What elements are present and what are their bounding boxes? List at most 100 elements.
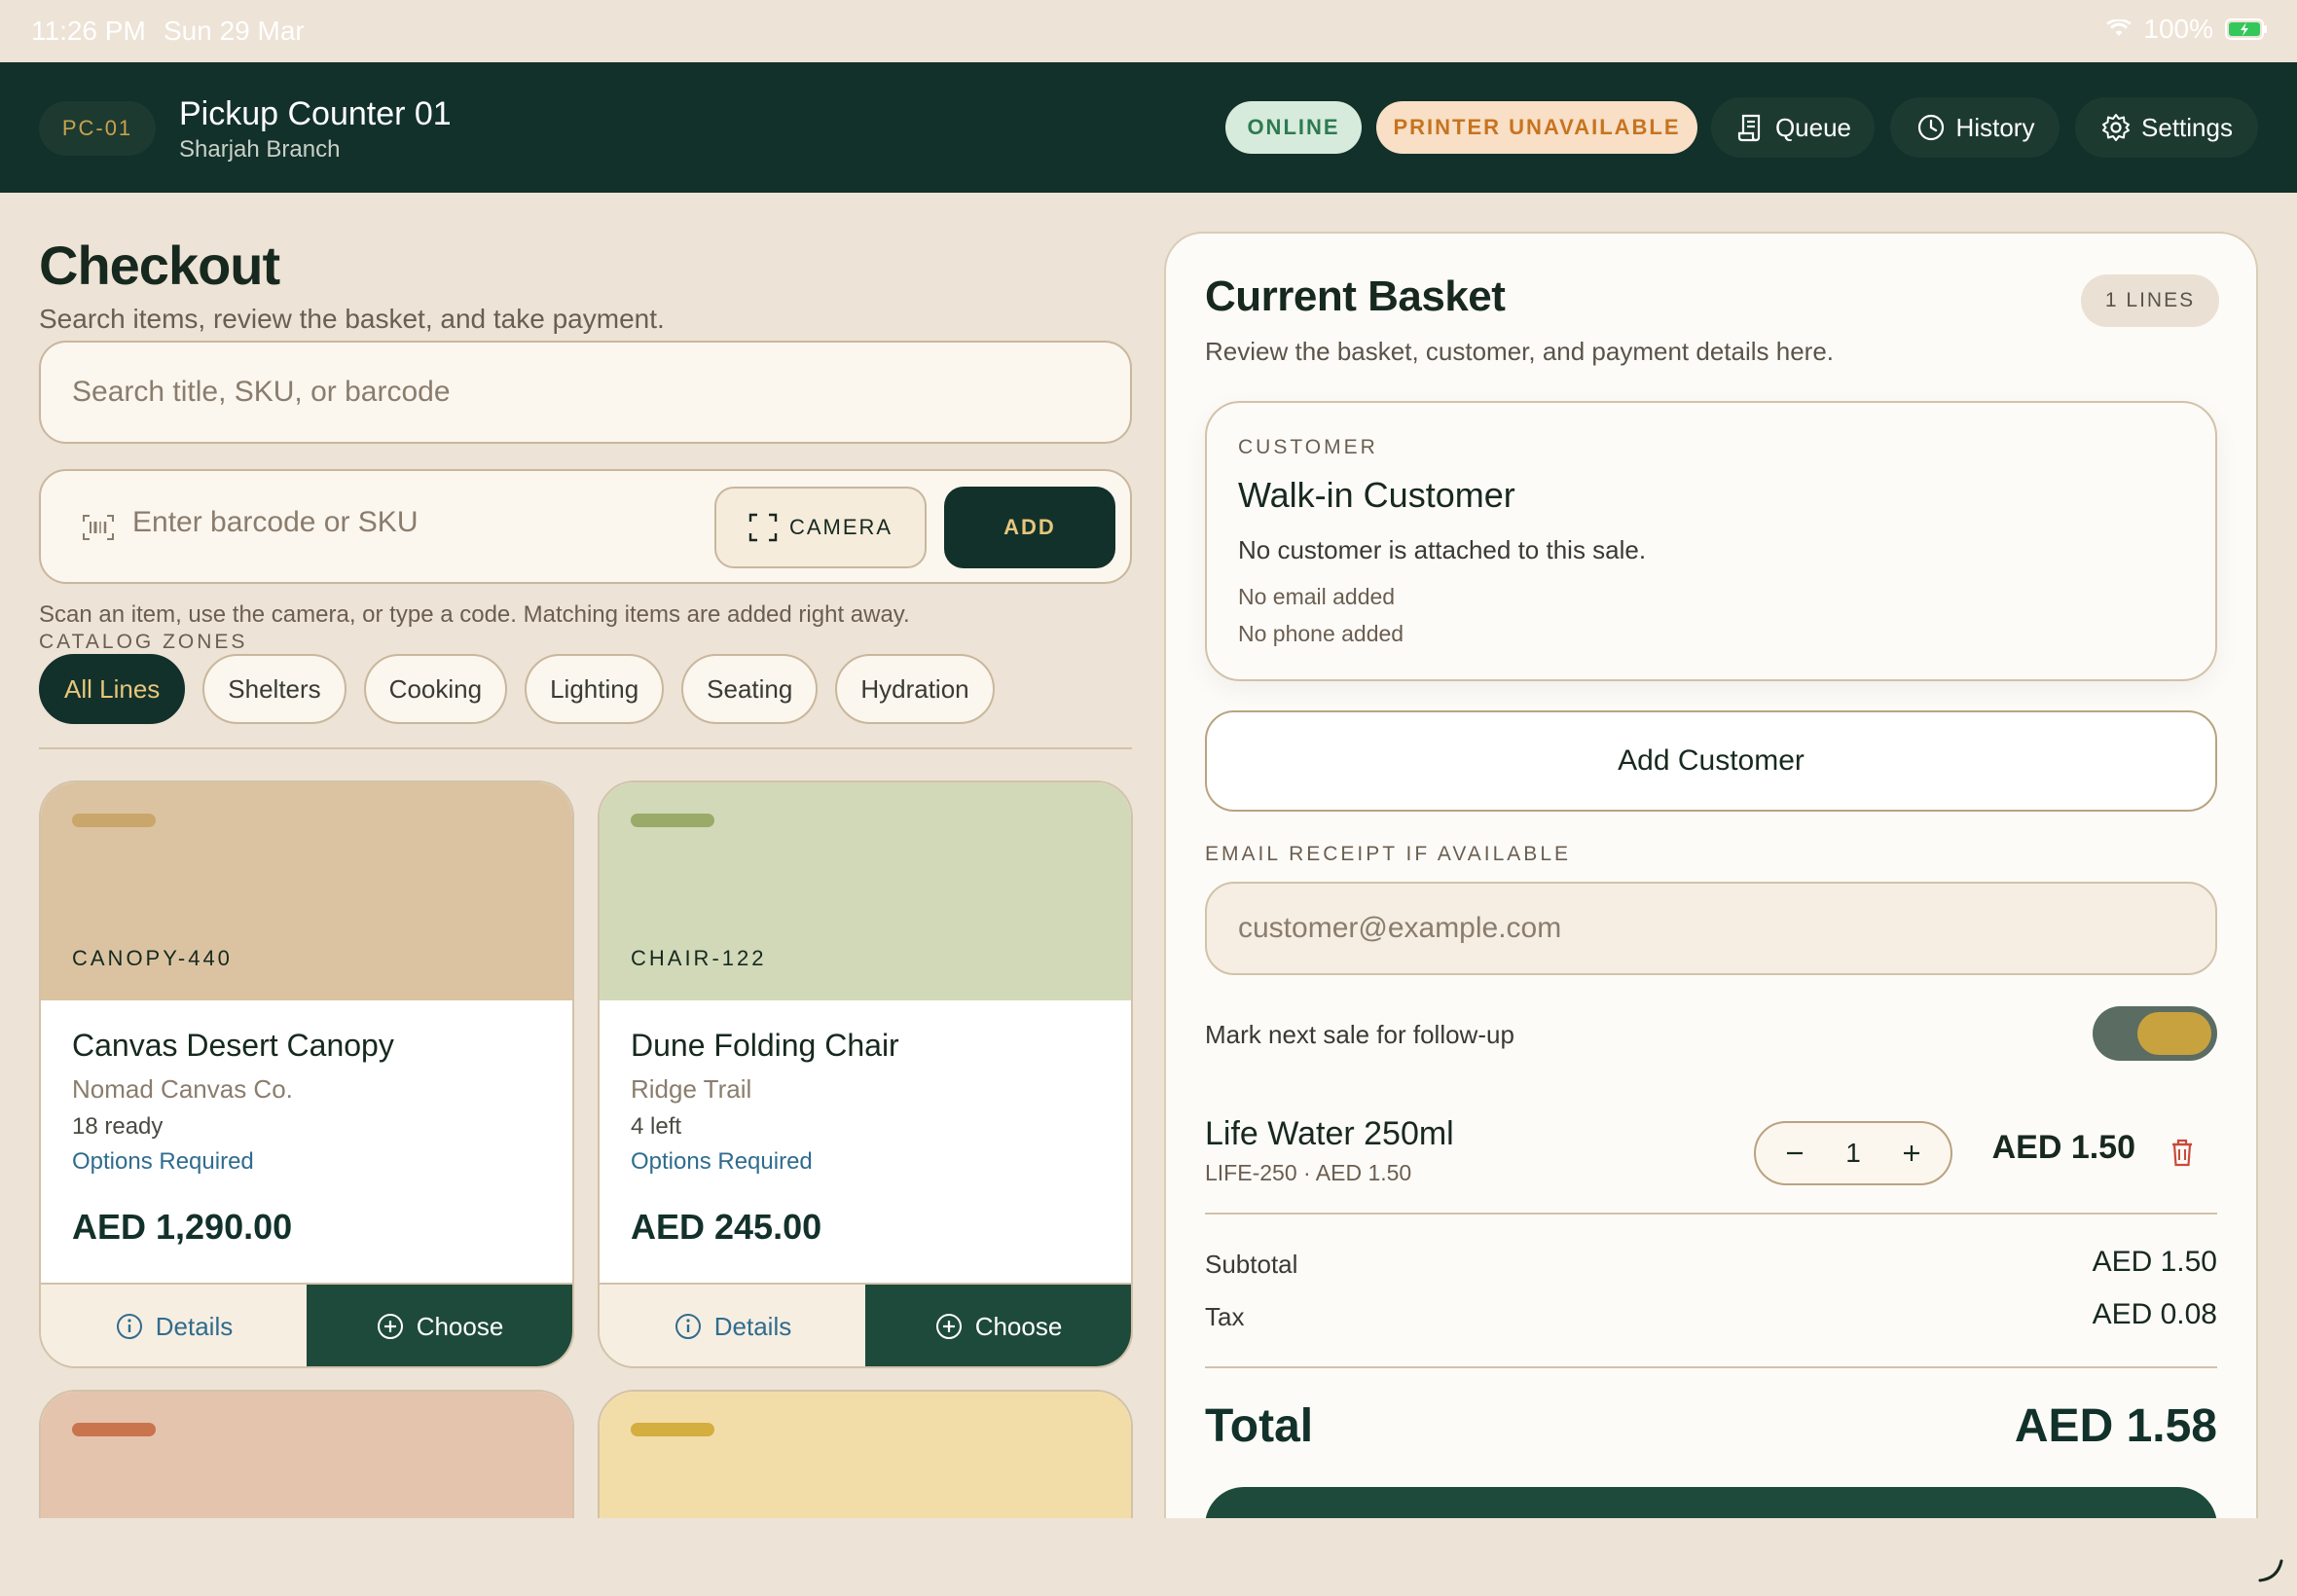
history-label: History <box>1955 112 2035 142</box>
station-code-badge: PC-01 <box>39 101 156 156</box>
trash-icon[interactable] <box>2169 1137 2196 1168</box>
details-label: Details <box>155 1311 234 1341</box>
barcode-icon <box>82 514 115 541</box>
subtotal-value: AED 1.50 <box>2092 1246 2217 1278</box>
queue-button[interactable]: Queue <box>1711 97 1875 158</box>
product-price: AED 245.00 <box>631 1207 822 1247</box>
customer-card: CUSTOMER Walk-in Customer No customer is… <box>1205 401 2217 681</box>
product-accent-bar <box>631 1423 714 1436</box>
battery-percent: 100% <box>2143 14 2213 44</box>
search-input[interactable] <box>72 376 1130 409</box>
toggle-knob <box>2137 1012 2211 1055</box>
basket-line-name: Life Water 250ml <box>1205 1115 1454 1152</box>
camera-label: CAMERA <box>788 515 893 539</box>
customer-email: No email added <box>1238 584 1396 609</box>
subtotal-label: Subtotal <box>1205 1250 1298 1279</box>
email-receipt-label: EMAIL RECEIPT IF AVAILABLE <box>1205 843 1571 865</box>
zone-chip-hydration[interactable]: Hydration <box>835 654 995 724</box>
search-field[interactable] <box>39 341 1132 444</box>
camera-button[interactable]: CAMERA <box>714 487 927 568</box>
scan-frame-icon <box>748 513 778 542</box>
barcode-entry: CAMERA ADD <box>39 469 1132 584</box>
product-brand: Nomad Canvas Co. <box>72 1074 293 1104</box>
tax-value: AED 0.08 <box>2092 1298 2217 1330</box>
product-options-note: Options Required <box>72 1148 254 1175</box>
status-time: 11:26 PM <box>31 16 146 46</box>
zone-chip-shelters[interactable]: Shelters <box>202 654 346 724</box>
history-button[interactable]: History <box>1890 97 2060 158</box>
line-items-divider <box>1205 1213 2217 1215</box>
basket-line-total: AED 1.50 <box>1991 1129 2135 1166</box>
choose-label: Choose <box>974 1311 1063 1341</box>
total-label: Total <box>1205 1400 1314 1452</box>
catalog-divider <box>39 747 1132 749</box>
product-sku: CHAIR-122 <box>631 946 767 970</box>
basket-panel: Current Basket 1 LINES Review the basket… <box>1164 232 2258 1596</box>
total-value: AED 1.58 <box>2014 1400 2217 1452</box>
zone-chip-all-lines[interactable]: All Lines <box>39 654 186 724</box>
details-button[interactable]: Details <box>41 1285 307 1366</box>
battery-icon <box>2225 18 2268 40</box>
email-receipt-input[interactable] <box>1238 912 2215 945</box>
details-button[interactable]: Details <box>600 1285 865 1366</box>
email-receipt-field[interactable] <box>1205 882 2217 975</box>
product-actions: Details Choose <box>41 1283 572 1366</box>
add-barcode-button[interactable]: ADD <box>944 487 1115 568</box>
product-card-body: Canvas Desert Canopy Nomad Canvas Co. 18… <box>41 1000 572 1283</box>
clock-icon <box>1915 112 1947 143</box>
basket-line-meta: LIFE-250 · AED 1.50 <box>1205 1160 1412 1185</box>
info-icon <box>115 1312 144 1341</box>
basket-title: Current Basket <box>1205 272 1506 320</box>
settings-button[interactable]: Settings <box>2075 97 2258 158</box>
product-card: CHAIR-122 Dune Folding Chair Ridge Trail… <box>598 780 1133 1368</box>
page-subtitle: Search items, review the basket, and tak… <box>39 304 665 334</box>
product-sku: CANOPY-440 <box>72 946 233 970</box>
product-name: Dune Folding Chair <box>631 1028 899 1063</box>
info-icon <box>674 1312 703 1341</box>
status-indicators: 100% <box>2106 14 2268 45</box>
customer-phone: No phone added <box>1238 621 1404 646</box>
queue-label: Queue <box>1774 112 1852 142</box>
choose-button[interactable]: Choose <box>307 1285 572 1366</box>
totals-divider <box>1205 1366 2217 1368</box>
settings-label: Settings <box>2141 112 2233 142</box>
product-stock: 4 left <box>631 1113 682 1140</box>
bottom-safe-area <box>0 1518 2297 1596</box>
gear-icon <box>2100 112 2132 143</box>
product-options-note: Options Required <box>631 1148 813 1175</box>
customer-note: No customer is attached to this sale. <box>1238 535 1647 564</box>
printer-status-badge: PRINTER UNAVAILABLE <box>1376 101 1697 154</box>
catalog-zone-chips: All Lines Shelters Cooking Lighting Seat… <box>39 654 995 724</box>
customer-label: CUSTOMER <box>1238 436 1378 458</box>
minus-icon[interactable] <box>1777 1136 1812 1171</box>
catalog-zones-label: CATALOG ZONES <box>39 631 248 653</box>
basket-subtitle: Review the basket, customer, and payment… <box>1205 337 1835 366</box>
followup-toggle[interactable] <box>2093 1006 2217 1061</box>
barcode-input[interactable] <box>132 506 716 539</box>
choose-label: Choose <box>416 1311 504 1341</box>
product-accent-bar <box>631 814 714 827</box>
wifi-icon <box>2106 19 2133 39</box>
product-stock: 18 ready <box>72 1113 164 1140</box>
station-branch: Sharjah Branch <box>179 136 341 163</box>
customer-name: Walk-in Customer <box>1238 475 1515 515</box>
scan-hint: Scan an item, use the camera, or type a … <box>39 601 910 628</box>
resize-handle-icon <box>2256 1555 2285 1584</box>
add-customer-button[interactable]: Add Customer <box>1205 710 2217 812</box>
zone-chip-seating[interactable]: Seating <box>681 654 819 724</box>
choose-button[interactable]: Choose <box>865 1285 1131 1366</box>
details-label: Details <box>713 1311 792 1341</box>
receipt-icon <box>1734 112 1766 143</box>
product-card: CANOPY-440 Canvas Desert Canopy Nomad Ca… <box>39 780 574 1368</box>
plus-circle-icon <box>934 1312 964 1341</box>
followup-label: Mark next sale for follow-up <box>1205 1020 1514 1049</box>
status-bar: 11:26 PM Sun 29 Mar 100% <box>0 0 2297 62</box>
online-status-badge: ONLINE <box>1225 101 1362 154</box>
product-card-body: Dune Folding Chair Ridge Trail 4 left Op… <box>600 1000 1131 1283</box>
product-accent-bar <box>72 814 156 827</box>
plus-circle-icon <box>376 1312 405 1341</box>
zone-chip-lighting[interactable]: Lighting <box>525 654 665 724</box>
product-card-banner: CANOPY-440 <box>41 782 572 1000</box>
product-card-banner: CHAIR-122 <box>600 782 1131 1000</box>
zone-chip-cooking[interactable]: Cooking <box>363 654 508 724</box>
